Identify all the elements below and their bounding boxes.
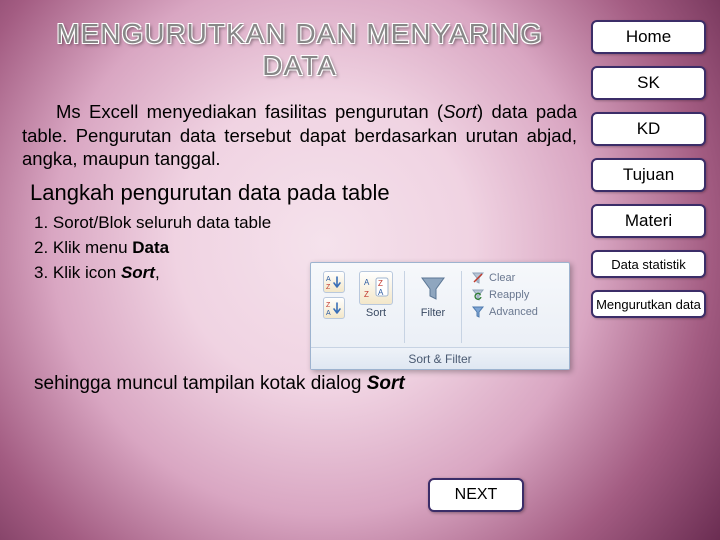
svg-text:A: A (326, 310, 331, 316)
nav-tujuan-button[interactable]: Tujuan (591, 158, 706, 192)
nav-kd-button[interactable]: KD (591, 112, 706, 146)
svg-text:A: A (364, 278, 370, 287)
ribbon-group-label: Sort & Filter (311, 347, 569, 369)
filter-label: Filter (421, 307, 445, 319)
next-button[interactable]: NEXT (428, 478, 524, 512)
svg-text:A: A (326, 276, 331, 283)
filter-icon (416, 271, 450, 305)
reapply-option: Reapply (471, 288, 529, 302)
steps-heading: Langkah pengurutan data pada table (30, 180, 577, 206)
svg-text:Z: Z (378, 279, 383, 288)
slide-title: MENGURUTKAN DAN MENYARING DATA (22, 18, 577, 82)
intro-paragraph: Ms Excell menyediakan fasilitas pengurut… (22, 100, 577, 169)
clear-option: Clear (471, 271, 515, 285)
sort-label: Sort (366, 307, 386, 319)
funnel-clear-icon (471, 271, 485, 285)
nav-materi-button[interactable]: Materi (591, 204, 706, 238)
svg-text:Z: Z (326, 284, 331, 290)
nav-data-statistik-button[interactable]: Data statistik (591, 250, 706, 278)
sort-ascending-icon: A Z (323, 271, 345, 293)
funnel-advanced-icon (471, 305, 485, 319)
sort-dialog-icon: A Z Z A (359, 271, 393, 305)
svg-text:Z: Z (364, 290, 369, 299)
step-1: 1. Sorot/Blok seluruh data table (34, 212, 577, 235)
nav-sk-button[interactable]: SK (591, 66, 706, 100)
nav-home-button[interactable]: Home (591, 20, 706, 54)
funnel-reapply-icon (471, 288, 485, 302)
nav-mengurutkan-data-button[interactable]: Mengurutkan data (591, 290, 706, 318)
advanced-option: Advanced (471, 305, 538, 319)
step-2: 2. Klik menu Data (34, 237, 577, 260)
continuation-text: sehingga muncul tampilan kotak dialog So… (34, 373, 577, 395)
sort-descending-icon: Z A (323, 297, 345, 319)
excel-ribbon-sort-filter: A Z Z A A Z Z A (310, 262, 570, 370)
side-nav: Home SK KD Tujuan Materi Data statistik … (591, 20, 706, 318)
svg-text:A: A (378, 288, 384, 297)
svg-text:Z: Z (326, 302, 331, 309)
